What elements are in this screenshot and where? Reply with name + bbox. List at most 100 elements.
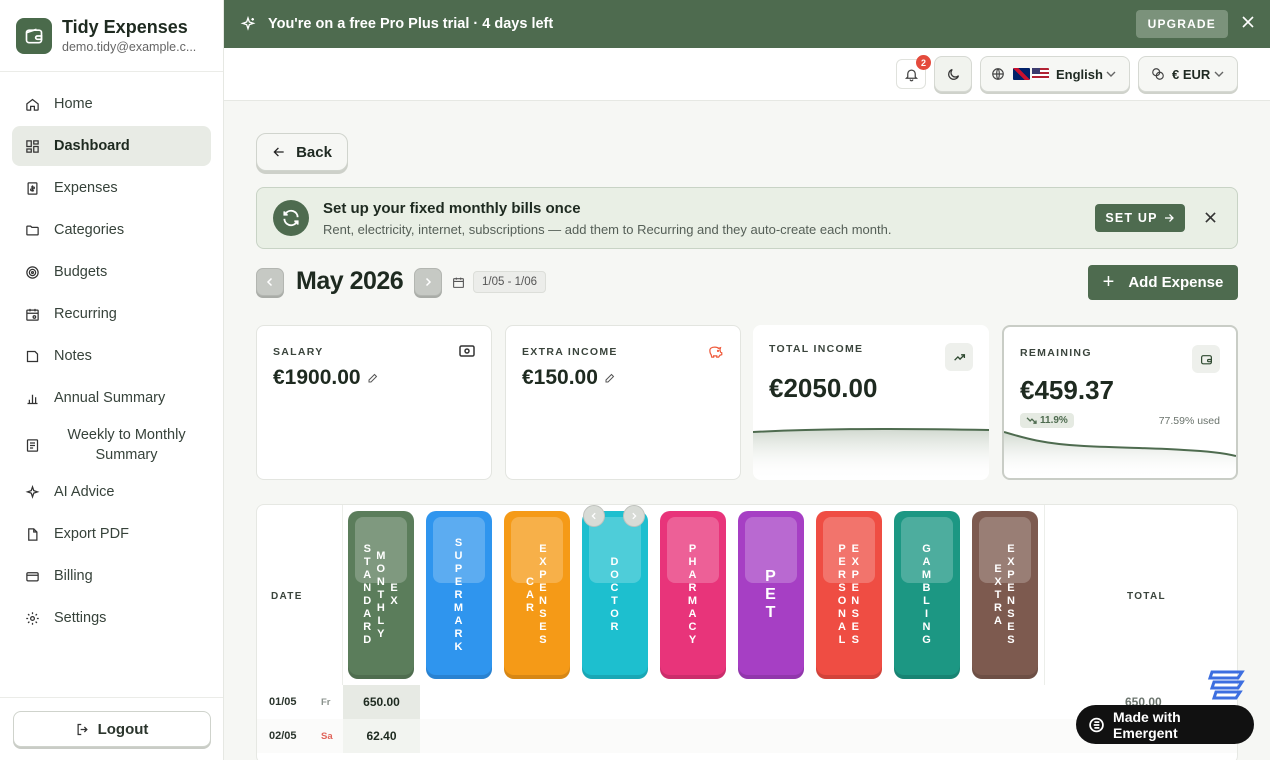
brand: Tidy Expenses demo.tidy@example.c... — [0, 0, 223, 72]
sidebar-item-export-pdf[interactable]: Export PDF — [12, 514, 211, 554]
bar-chart-icon — [24, 390, 40, 406]
wallet-icon — [1192, 345, 1220, 373]
trending-up-icon — [945, 343, 973, 371]
bell-icon — [904, 69, 918, 81]
category-name-column: EXPENSES — [851, 543, 861, 646]
made-with-emergent-badge[interactable]: Made with Emergent — [1076, 705, 1254, 744]
banknote-icon — [459, 344, 475, 362]
chevron-right-icon — [632, 512, 637, 520]
sidebar-item-ai-advice[interactable]: AI Advice — [12, 472, 211, 512]
calendar-recurring-icon — [24, 306, 40, 322]
close-icon[interactable] — [1242, 15, 1254, 33]
gear-icon — [24, 610, 40, 626]
close-icon[interactable] — [1201, 208, 1219, 226]
next-month-button[interactable] — [414, 268, 442, 296]
prev-month-button[interactable] — [256, 268, 284, 296]
remaining-value: €459.37 — [1020, 375, 1114, 405]
back-button[interactable]: Back — [256, 133, 348, 171]
category-header[interactable]: EXTRA EXPENSES — [972, 511, 1038, 679]
sidebar-item-annual-summary[interactable]: Annual Summary — [12, 378, 211, 418]
category-name: CAR EXPENSES — [504, 511, 570, 679]
setup-button[interactable]: SET UP — [1095, 204, 1185, 232]
category-header[interactable]: CAR EXPENSES — [504, 511, 570, 679]
note-icon — [24, 348, 40, 364]
sidebar-item-home[interactable]: Home — [12, 84, 211, 124]
sidebar-item-dashboard[interactable]: Dashboard — [12, 126, 211, 166]
salary-card: SALARY €1900.00 — [256, 325, 492, 480]
salary-label: SALARY — [273, 346, 324, 358]
salary-value-row: €1900.00 — [273, 366, 379, 390]
target-icon — [24, 264, 40, 280]
add-expense-button[interactable]: + Add Expense — [1088, 265, 1238, 300]
category-header[interactable]: SUPERMARK — [426, 511, 492, 679]
category-name: PHARMACY — [660, 511, 726, 679]
category-header[interactable]: GAMBLING — [894, 511, 960, 679]
date-range-chip[interactable]: 1/05 - 1/06 — [473, 271, 546, 293]
category-header[interactable]: STANDARDMONTHLYEX — [348, 511, 414, 679]
expense-cell[interactable]: 62.40 — [343, 719, 420, 753]
sparkles-icon — [24, 484, 40, 500]
setup-button-label: SET UP — [1105, 211, 1158, 225]
total-income-sparkline — [753, 427, 989, 480]
extra-income-label: EXTRA INCOME — [522, 346, 618, 358]
category-name-column: MONTHLY — [376, 549, 387, 640]
notifications-button[interactable]: 2 — [896, 55, 931, 89]
total-income-value: €2050.00 — [769, 373, 878, 403]
theme-toggle-button[interactable] — [934, 56, 972, 92]
emergent-logo-icon — [1089, 717, 1104, 732]
sidebar-item-label: Expenses — [54, 180, 118, 196]
category-header[interactable]: PHARMACY — [660, 511, 726, 679]
wallet-logo-icon — [16, 17, 52, 54]
sidebar-item-weekly-monthly[interactable]: Weekly to Monthly Summary — [12, 420, 211, 470]
main-content: Back Set up your fixed monthly bills onc… — [224, 101, 1270, 760]
category-scroll-left-button[interactable] — [583, 505, 605, 527]
sidebar-item-expenses[interactable]: Expenses — [12, 168, 211, 208]
extra-income-value-row: €150.00 — [522, 366, 616, 390]
currency-select[interactable]: € EUR — [1138, 56, 1238, 92]
sidebar-item-label: Categories — [54, 222, 125, 238]
upgrade-button[interactable]: UPGRADE — [1135, 10, 1228, 38]
sidebar-item-categories[interactable]: Categories — [12, 210, 211, 250]
globe-icon — [992, 68, 1004, 80]
chevron-left-icon — [591, 512, 596, 520]
category-header[interactable]: PERSONALEXPENSES — [816, 511, 882, 679]
user-email: demo.tidy@example.c... — [62, 40, 197, 54]
sidebar-item-budgets[interactable]: Budgets — [12, 252, 211, 292]
sidebar-item-label: Export PDF — [54, 526, 129, 542]
total-income-card: TOTAL INCOME €2050.00 — [753, 325, 989, 480]
sidebar-item-notes[interactable]: Notes — [12, 336, 211, 376]
edit-icon[interactable] — [367, 372, 379, 384]
sidebar-item-settings[interactable]: Settings — [12, 598, 211, 638]
category-header[interactable]: DOCTOR — [582, 511, 648, 679]
moon-icon — [947, 68, 959, 80]
category-name-column: STANDARD — [363, 543, 373, 646]
category-header[interactable]: PET — [738, 511, 804, 679]
category-name: EXTRA EXPENSES — [972, 511, 1038, 679]
dashboard-icon — [24, 138, 40, 154]
arrow-left-icon — [273, 147, 284, 157]
sidebar-footer: Logout — [0, 697, 223, 760]
expense-cell[interactable]: 650.00 — [343, 685, 420, 719]
month-title: May 2026 — [296, 267, 404, 295]
column-divider — [1044, 505, 1045, 685]
category-name: GAMBLING — [894, 511, 960, 679]
badge-label: Made with Emergent — [1113, 708, 1181, 741]
logout-button[interactable]: Logout — [12, 711, 211, 747]
remaining-card: REMAINING €459.37 11.9% 77.59% used — [1002, 325, 1238, 480]
category-name-column: EX — [390, 582, 399, 607]
summary-icon — [24, 437, 40, 453]
sidebar-item-label: Home — [54, 96, 93, 112]
setup-title: Set up your fixed monthly bills once — [323, 199, 581, 217]
setup-recurring-banner: Set up your fixed monthly bills once Ren… — [256, 187, 1238, 249]
folder-icon — [24, 222, 40, 238]
calendar-icon — [453, 277, 464, 288]
category-scroll-right-button[interactable] — [623, 505, 645, 527]
date-range: 1/05 - 1/06 — [452, 271, 546, 293]
edit-icon[interactable] — [604, 372, 616, 384]
category-name: PERSONALEXPENSES — [816, 511, 882, 679]
sidebar-item-label: Dashboard — [54, 138, 130, 154]
language-select[interactable]: English — [980, 56, 1130, 92]
sidebar-item-billing[interactable]: Billing — [12, 556, 211, 596]
topbar: 2 English € EUR — [224, 48, 1270, 101]
sidebar-item-recurring[interactable]: Recurring — [12, 294, 211, 334]
